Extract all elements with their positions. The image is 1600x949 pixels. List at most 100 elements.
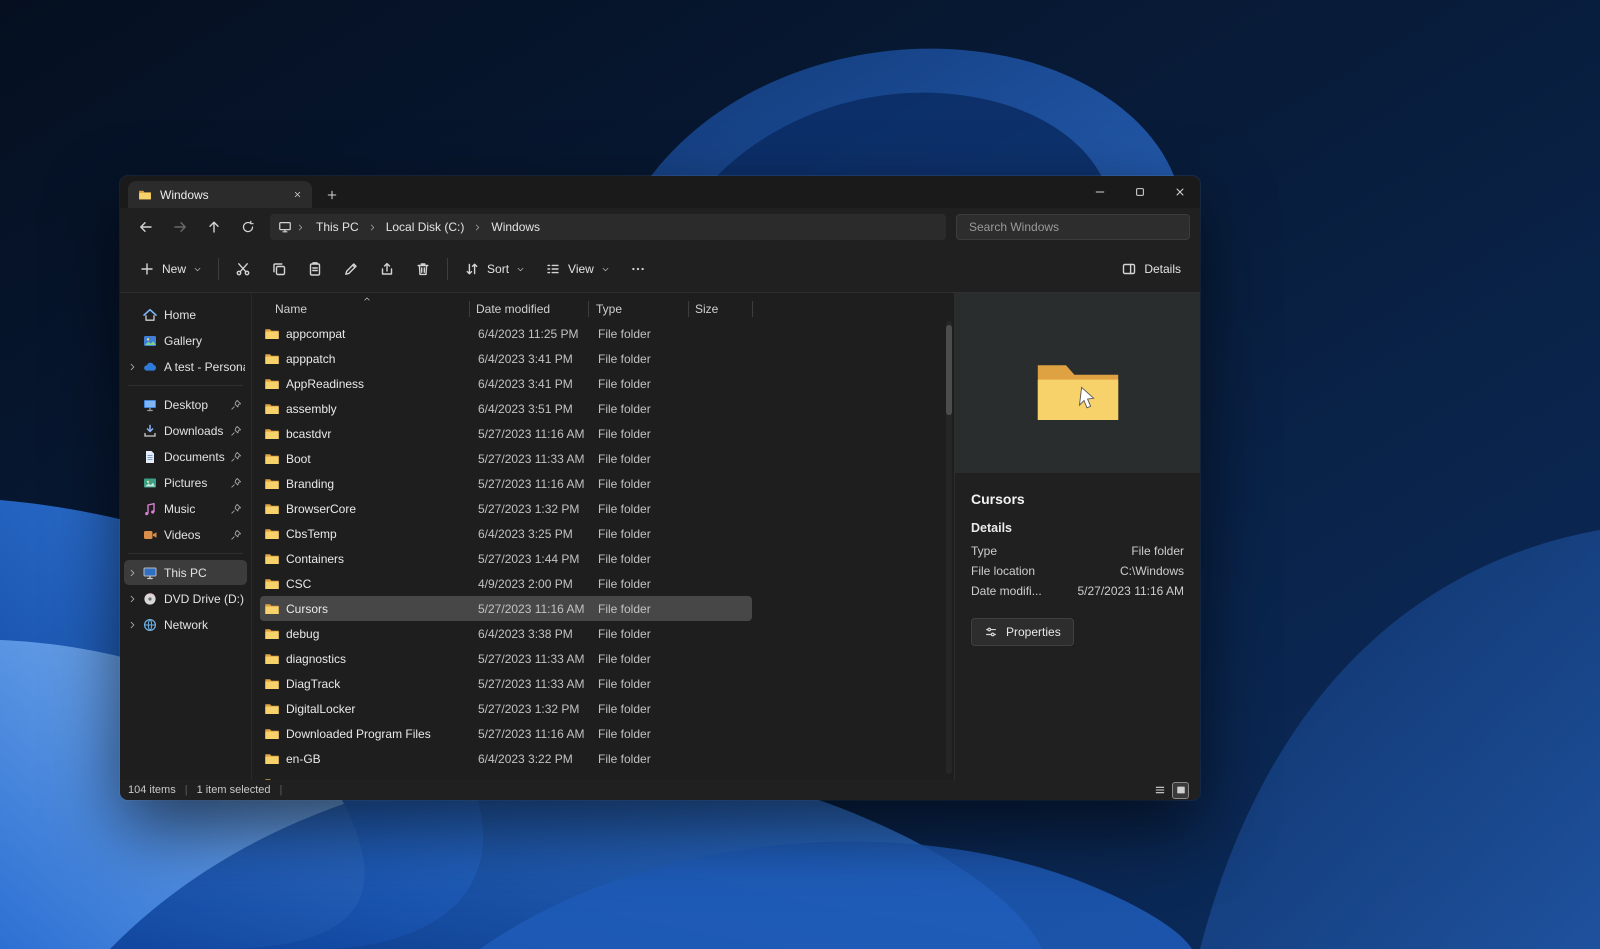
file-date-modified: 5/27/2023 11:33 AM: [478, 677, 598, 691]
chevron-placeholder: [126, 530, 139, 540]
chevron-right-icon[interactable]: [126, 620, 139, 630]
new-tab-button[interactable]: [318, 182, 346, 208]
pin-icon: [230, 477, 242, 489]
file-row-diagnostics[interactable]: diagnostics5/27/2023 11:33 AMFile folder: [260, 646, 752, 671]
dvd-icon: [142, 591, 158, 607]
column-header-type[interactable]: Type: [588, 301, 688, 317]
sidebar-item-network[interactable]: Network: [124, 612, 247, 637]
file-type: File folder: [598, 377, 698, 391]
properties-button[interactable]: Properties: [971, 618, 1074, 646]
maximize-button[interactable]: [1120, 176, 1160, 208]
new-button[interactable]: New: [130, 252, 211, 286]
file-row-cursors[interactable]: Cursors5/27/2023 11:16 AMFile folder: [260, 596, 752, 621]
large-thumbnails-toggle[interactable]: [1173, 783, 1188, 798]
folder-icon: [264, 776, 280, 781]
file-date-modified: 5/27/2023 1:32 PM: [478, 702, 598, 716]
file-name: Boot: [286, 452, 478, 466]
copy-button[interactable]: [262, 252, 296, 286]
sidebar-item-dvd-drive-d-ccc[interactable]: DVD Drive (D:) CCC: [124, 586, 247, 611]
sidebar-item-label: Pictures: [161, 476, 227, 490]
file-row-branding[interactable]: Branding5/27/2023 11:16 AMFile folder: [260, 471, 752, 496]
file-date-modified: 6/4/2023 11:25 PM: [478, 327, 598, 341]
documents-icon: [142, 449, 158, 465]
pin-icon: [230, 399, 242, 411]
paste-icon: [307, 261, 323, 277]
chevron-placeholder: [126, 452, 139, 462]
sidebar-item-music[interactable]: Music: [124, 496, 247, 521]
file-row-assembly[interactable]: assembly6/4/2023 3:51 PMFile folder: [260, 396, 752, 421]
chevron-right-icon[interactable]: [126, 594, 139, 604]
column-header-date-modified[interactable]: Date modified: [469, 301, 588, 317]
file-row-diagtrack[interactable]: DiagTrack5/27/2023 11:33 AMFile folder: [260, 671, 752, 696]
sidebar-item-label: A test - Personal: [161, 360, 245, 374]
share-button[interactable]: [370, 252, 404, 286]
file-row-bcastdvr[interactable]: bcastdvr5/27/2023 11:16 AMFile folder: [260, 421, 752, 446]
file-row-partial[interactable]: [260, 771, 752, 780]
breadcrumb-item-local-disk-c[interactable]: Local Disk (C:): [379, 216, 472, 238]
file-row-csc[interactable]: CSC4/9/2023 2:00 PMFile folder: [260, 571, 752, 596]
column-header-name[interactable]: Name: [252, 301, 469, 317]
chevron-right-icon[interactable]: [126, 362, 139, 372]
file-row-en-gb[interactable]: en-GB6/4/2023 3:22 PMFile folder: [260, 746, 752, 771]
thispc-icon: [142, 565, 158, 581]
rename-button[interactable]: [334, 252, 368, 286]
breadcrumb-item-this-pc[interactable]: This PC: [309, 216, 366, 238]
close-button[interactable]: [1160, 176, 1200, 208]
explorer-tab[interactable]: Windows: [128, 181, 312, 208]
sidebar-item-pictures[interactable]: Pictures: [124, 470, 247, 495]
sidebar-item-desktop[interactable]: Desktop: [124, 392, 247, 417]
delete-button[interactable]: [406, 252, 440, 286]
file-row-containers[interactable]: Containers5/27/2023 1:44 PMFile folder: [260, 546, 752, 571]
details-pane-toggle[interactable]: Details: [1112, 252, 1190, 286]
chevron-right-icon: [368, 223, 377, 232]
minimize-button[interactable]: [1080, 176, 1120, 208]
sort-button[interactable]: Sort: [455, 252, 534, 286]
sidebar-item-this-pc[interactable]: This PC: [124, 560, 247, 585]
tab-close-icon[interactable]: [288, 186, 306, 204]
cut-button[interactable]: [226, 252, 260, 286]
file-row-appcompat[interactable]: appcompat6/4/2023 11:25 PMFile folder: [260, 321, 752, 346]
chevron-right-icon[interactable]: [126, 568, 139, 578]
refresh-button[interactable]: [232, 212, 264, 242]
home-icon: [142, 307, 158, 323]
forward-button[interactable]: [164, 212, 196, 242]
file-name: Branding: [286, 477, 478, 491]
folder-icon: [264, 651, 280, 667]
file-name: bcastdvr: [286, 427, 478, 441]
trash-icon: [415, 261, 431, 277]
sidebar-item-videos[interactable]: Videos: [124, 522, 247, 547]
file-name: debug: [286, 627, 478, 641]
back-button[interactable]: [130, 212, 162, 242]
sidebar-item-gallery[interactable]: Gallery: [124, 328, 247, 353]
file-row-appreadiness[interactable]: AppReadiness6/4/2023 3:41 PMFile folder: [260, 371, 752, 396]
breadcrumb-item-windows[interactable]: Windows: [484, 216, 547, 238]
scrollbar-thumb[interactable]: [946, 325, 952, 415]
paste-button[interactable]: [298, 252, 332, 286]
details-view-toggle[interactable]: [1152, 783, 1167, 798]
properties-icon: [984, 625, 998, 639]
sidebar-item-documents[interactable]: Documents: [124, 444, 247, 469]
vertical-scrollbar[interactable]: [946, 321, 952, 774]
more-button[interactable]: [621, 252, 655, 286]
file-row-boot[interactable]: Boot5/27/2023 11:33 AMFile folder: [260, 446, 752, 471]
network-icon: [142, 617, 158, 633]
file-row-downloaded-program-files[interactable]: Downloaded Program Files5/27/2023 11:16 …: [260, 721, 752, 746]
search-box[interactable]: [956, 214, 1190, 240]
pin-icon: [230, 451, 242, 463]
file-row-digitallocker[interactable]: DigitalLocker5/27/2023 1:32 PMFile folde…: [260, 696, 752, 721]
sidebar-item-downloads[interactable]: Downloads: [124, 418, 247, 443]
file-row-browsercore[interactable]: BrowserCore5/27/2023 1:32 PMFile folder: [260, 496, 752, 521]
sidebar-item-home[interactable]: Home: [124, 302, 247, 327]
details-toggle-label: Details: [1144, 262, 1181, 276]
status-bar: 104 items | 1 item selected |: [120, 780, 1200, 800]
column-header-size[interactable]: Size: [688, 301, 752, 317]
address-bar[interactable]: This PC Local Disk (C:) Windows: [270, 214, 946, 240]
sidebar-item-a-test-personal[interactable]: A test - Personal: [124, 354, 247, 379]
up-button[interactable]: [198, 212, 230, 242]
search-input[interactable]: [967, 219, 1179, 235]
file-row-cbstemp[interactable]: CbsTemp6/4/2023 3:25 PMFile folder: [260, 521, 752, 546]
folder-icon: [264, 726, 280, 742]
view-button[interactable]: View: [536, 252, 619, 286]
file-row-apppatch[interactable]: apppatch6/4/2023 3:41 PMFile folder: [260, 346, 752, 371]
file-row-debug[interactable]: debug6/4/2023 3:38 PMFile folder: [260, 621, 752, 646]
